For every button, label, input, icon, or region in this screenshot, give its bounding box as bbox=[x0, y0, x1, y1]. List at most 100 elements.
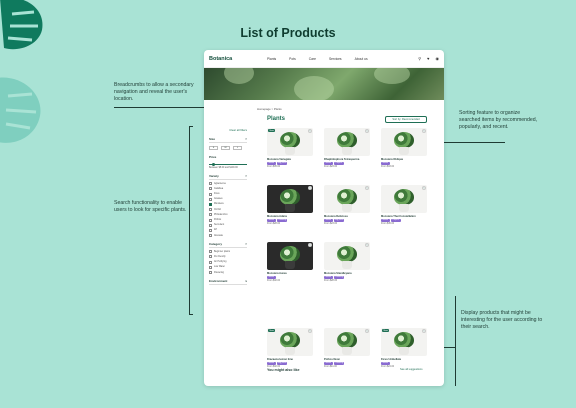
product-tag: Climbing bbox=[333, 361, 345, 365]
breadcrumb: Homepage > Plants bbox=[257, 107, 282, 111]
product-image[interactable]: ♡ bbox=[324, 128, 370, 156]
annotation-sorting: Sorting feature to organize searched ite… bbox=[459, 110, 538, 131]
category-checkbox[interactable]: Pet friendly bbox=[209, 255, 247, 259]
product-card[interactable]: ♡ Monstera Thai Constellation Indoor Trop… bbox=[381, 185, 427, 241]
heart-icon[interactable]: ♡ bbox=[422, 129, 426, 133]
product-tag: Indoor bbox=[267, 361, 276, 365]
menu-item-care[interactable]: Care bbox=[309, 57, 316, 61]
product-card[interactable]: ♡ Monstera Aurea Indoor From $32.00 bbox=[267, 242, 313, 298]
product-name[interactable]: Monstera Adans bbox=[267, 215, 313, 218]
product-card[interactable]: ♡ Monstera Obliqua Indoor From $33.00 bbox=[381, 128, 427, 184]
filter-environment-header[interactable]: Environment v bbox=[209, 279, 247, 285]
product-name[interactable]: Monstera Variegata bbox=[267, 158, 313, 161]
product-tag: Indoor bbox=[324, 361, 333, 365]
filter-variety-header[interactable]: Variety ^ bbox=[209, 174, 247, 180]
product-image[interactable]: ♡ bbox=[267, 185, 313, 213]
product-name[interactable]: Monstera Aurea bbox=[267, 272, 313, 275]
product-card[interactable]: ♡ Monstera Standleyana Indoor Climbing Fr… bbox=[324, 242, 370, 298]
product-tags: Indoor Climbing bbox=[324, 275, 370, 279]
product-card[interactable]: ♡ Monstera Deliciosa Indoor Big plant Fro… bbox=[324, 185, 370, 241]
category-checkbox[interactable]: Low Water bbox=[209, 265, 247, 269]
variety-checkbox[interactable]: Aglaonema bbox=[209, 182, 247, 186]
product-name[interactable]: Ficus Umbellata bbox=[381, 358, 427, 361]
filter-category-header[interactable]: Category ^ bbox=[209, 242, 247, 249]
search-icon[interactable]: ⚲ bbox=[418, 56, 421, 61]
product-card[interactable]: New ♡ Dracaena lemon lime Indoor Big plan… bbox=[267, 328, 313, 384]
heart-icon[interactable]: ♡ bbox=[365, 129, 369, 133]
product-image[interactable]: ♡ bbox=[324, 328, 370, 356]
product-tag: Indoor bbox=[381, 218, 390, 222]
product-card[interactable]: ♡ Monstera Adans Indoor Climbing From $28… bbox=[267, 185, 313, 241]
product-image[interactable]: ♡ bbox=[267, 242, 313, 270]
product-image[interactable]: New ♡ bbox=[267, 328, 313, 356]
variety-checkbox[interactable]: Calathea bbox=[209, 187, 247, 191]
size-option[interactable]: L bbox=[233, 146, 242, 150]
product-tag: Indoor bbox=[324, 275, 333, 279]
variety-list: Aglaonema Calathea Ficus Grasses Monster… bbox=[209, 182, 247, 238]
variety-checkbox[interactable]: Ficus bbox=[209, 192, 247, 196]
filter-sidebar: Clear all filters Size ^ S M L Price Betw… bbox=[209, 128, 247, 285]
menu-item-plants[interactable]: Plants bbox=[267, 57, 276, 61]
product-name[interactable]: Monstera Thai Constellation bbox=[381, 215, 427, 218]
size-option[interactable]: S bbox=[209, 146, 218, 150]
price-slider[interactable] bbox=[209, 163, 247, 166]
product-tags: Indoor Tropical bbox=[381, 218, 427, 222]
variety-checkbox-checked[interactable]: Monstera bbox=[209, 202, 247, 206]
heart-icon[interactable]: ♡ bbox=[308, 243, 312, 247]
category-checkbox[interactable]: Beginner plants bbox=[209, 250, 247, 254]
product-name[interactable]: Monstera Obliqua bbox=[381, 158, 427, 161]
category-checkbox[interactable]: Air Purifying bbox=[209, 260, 247, 264]
heart-icon[interactable]: ♡ bbox=[365, 329, 369, 333]
product-name[interactable]: Monstera Standleyana bbox=[324, 272, 370, 275]
product-name[interactable]: Rhaphidophora Tetrasperma bbox=[324, 158, 370, 161]
product-image[interactable]: ♡ bbox=[324, 242, 370, 270]
product-image[interactable]: New ♡ bbox=[381, 328, 427, 356]
variety-checkbox[interactable]: Philodendron bbox=[209, 213, 247, 217]
variety-checkbox[interactable]: Succulent bbox=[209, 223, 247, 227]
variety-checkbox[interactable]: ZZ bbox=[209, 228, 247, 232]
heart-icon[interactable]: ♡ bbox=[422, 186, 426, 190]
annotation-bracket bbox=[189, 314, 193, 315]
product-image[interactable]: ♡ bbox=[381, 128, 427, 156]
section-title: Plants bbox=[267, 116, 286, 122]
product-card[interactable]: ♡ Pothos Neon Indoor Climbing From $11.00 bbox=[324, 328, 370, 384]
product-price: From $35.00 bbox=[267, 166, 281, 168]
product-name[interactable]: Monstera Deliciosa bbox=[324, 215, 370, 218]
annotation-bracket bbox=[189, 126, 193, 127]
heart-icon[interactable]: ♡ bbox=[308, 329, 312, 333]
heart-icon[interactable]: ♡ bbox=[308, 186, 312, 190]
product-card[interactable]: New ♡ Monstera Variegata Indoor Big plant… bbox=[267, 128, 313, 184]
product-card[interactable]: New ♡ Ficus Umbellata Indoor From $24.00 bbox=[381, 328, 427, 384]
clear-filters-link[interactable]: Clear all filters bbox=[209, 128, 247, 132]
product-card[interactable]: ♡ Rhaphidophora Tetrasperma Indoor Tropic… bbox=[324, 128, 370, 184]
new-badge: New bbox=[382, 329, 390, 332]
heart-icon[interactable]: ♡ bbox=[422, 329, 426, 333]
variety-checkbox[interactable]: Grasses bbox=[209, 197, 247, 201]
breadcrumb-home[interactable]: Homepage bbox=[257, 107, 271, 111]
product-image[interactable]: ♡ bbox=[324, 185, 370, 213]
menu-item-services[interactable]: Services bbox=[329, 57, 342, 61]
product-name[interactable]: Pothos Neon bbox=[324, 358, 370, 361]
category-checkbox[interactable]: Flowering bbox=[209, 271, 247, 274]
heart-icon[interactable]: ♡ bbox=[365, 243, 369, 247]
heart-icon[interactable]: ♡ bbox=[308, 129, 312, 133]
product-name[interactable]: Dracaena lemon lime bbox=[267, 358, 313, 361]
product-image[interactable]: New ♡ bbox=[267, 128, 313, 156]
heart-icon[interactable]: ♡ bbox=[365, 186, 369, 190]
menu-item-about[interactable]: About us bbox=[355, 57, 368, 61]
variety-checkbox[interactable]: Pothos bbox=[209, 218, 247, 222]
annotation-search: Search functionality to enable users to … bbox=[114, 200, 187, 214]
variety-checkbox[interactable]: Orchid bbox=[209, 208, 247, 212]
filter-size-header[interactable]: Size ^ bbox=[209, 137, 247, 143]
menu-item-pots[interactable]: Pots bbox=[289, 57, 296, 61]
heart-icon[interactable]: ♥ bbox=[427, 56, 429, 61]
cart-icon[interactable]: ◉ bbox=[436, 56, 440, 61]
product-price: From $11.00 bbox=[324, 366, 337, 368]
logo[interactable]: Botanica bbox=[209, 56, 267, 62]
filter-price-header[interactable]: Price bbox=[209, 155, 247, 160]
size-option[interactable]: M bbox=[221, 146, 230, 150]
product-tags: Indoor Climbing bbox=[267, 218, 313, 222]
sort-dropdown[interactable]: Sort by: Recommended bbox=[385, 116, 427, 123]
product-image[interactable]: ♡ bbox=[381, 185, 427, 213]
variety-checkbox[interactable]: Alocasia bbox=[209, 234, 247, 238]
